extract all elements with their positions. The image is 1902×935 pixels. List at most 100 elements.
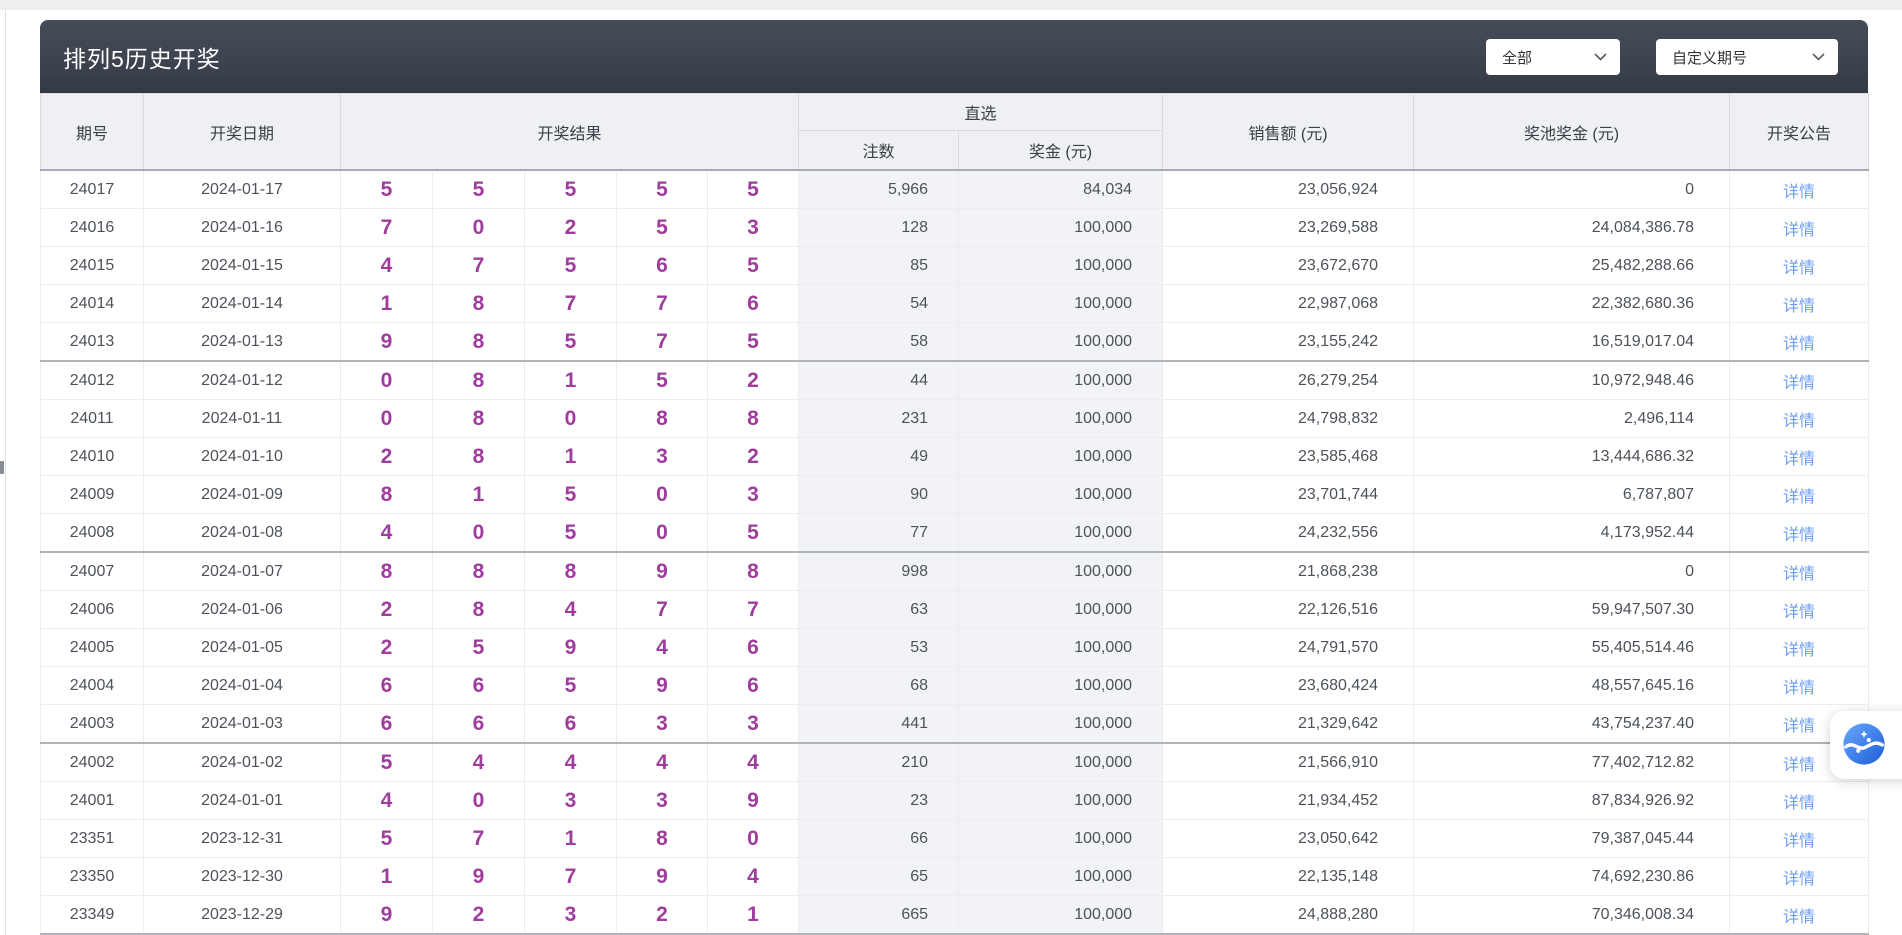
- result-digit: 5: [433, 629, 525, 667]
- result-digit: 7: [617, 591, 708, 629]
- issue-cell: 23351: [41, 820, 144, 858]
- pool-cell: 2,496,114: [1414, 400, 1730, 438]
- result-digit: 7: [708, 591, 799, 629]
- result-digit: 6: [708, 667, 799, 705]
- detail-link[interactable]: 详情: [1783, 451, 1815, 468]
- notice-cell: 详情: [1730, 782, 1869, 820]
- result-digit: 7: [341, 209, 433, 247]
- issue-cell: 24005: [41, 629, 144, 667]
- detail-link[interactable]: 详情: [1783, 375, 1815, 392]
- sales-cell: 21,566,910: [1163, 743, 1414, 782]
- sales-cell: 23,056,924: [1163, 170, 1414, 209]
- issue-cell: 24007: [41, 552, 144, 591]
- date-cell: 2024-01-03: [144, 705, 341, 744]
- detail-link[interactable]: 详情: [1783, 336, 1815, 353]
- result-digit: 8: [708, 552, 799, 591]
- pool-cell: 22,382,680.36: [1414, 285, 1730, 323]
- card-header: 排列5历史开奖 全部 自定义期号: [40, 20, 1868, 93]
- result-digit: 8: [433, 438, 525, 476]
- notice-cell: 详情: [1730, 552, 1869, 591]
- detail-link[interactable]: 详情: [1783, 260, 1815, 277]
- result-digit: 0: [341, 361, 433, 400]
- col-header-notice: 开奖公告: [1730, 94, 1869, 171]
- custom-issue-select[interactable]: 自定义期号: [1656, 39, 1838, 75]
- range-filter-select[interactable]: 全部: [1486, 39, 1620, 75]
- table-row: 240172024-01-17555555,96684,03423,056,92…: [41, 170, 1869, 209]
- result-digit: 1: [341, 285, 433, 323]
- bets-cell: 128: [799, 209, 959, 247]
- result-digit: 2: [708, 438, 799, 476]
- bets-cell: 49: [799, 438, 959, 476]
- date-cell: 2024-01-02: [144, 743, 341, 782]
- table-row: 240062024-01-062847763100,00022,126,5165…: [41, 591, 1869, 629]
- detail-link[interactable]: 详情: [1783, 298, 1815, 315]
- table-row: 240102024-01-102813249100,00023,585,4681…: [41, 438, 1869, 476]
- table-row: 240032024-01-0366633441100,00021,329,642…: [41, 705, 1869, 744]
- issue-cell: 24006: [41, 591, 144, 629]
- notice-cell: 详情: [1730, 438, 1869, 476]
- detail-link[interactable]: 详情: [1783, 757, 1815, 774]
- pool-cell: 87,834,926.92: [1414, 782, 1730, 820]
- issue-cell: 24004: [41, 667, 144, 705]
- table-row: 240042024-01-046659668100,00023,680,4244…: [41, 667, 1869, 705]
- table-row: 240092024-01-098150390100,00023,701,7446…: [41, 476, 1869, 514]
- issue-cell: 24013: [41, 323, 144, 362]
- history-table: 期号 开奖日期 开奖结果 直选 销售额 (元) 奖池奖金 (元) 开奖公告 注数…: [40, 93, 1869, 935]
- result-digit: 2: [341, 438, 433, 476]
- result-digit: 2: [341, 629, 433, 667]
- result-digit: 5: [525, 667, 617, 705]
- table-row: 240132024-01-139857558100,00023,155,2421…: [41, 323, 1869, 362]
- result-digit: 0: [617, 476, 708, 514]
- result-digit: 1: [525, 820, 617, 858]
- date-cell: 2024-01-06: [144, 591, 341, 629]
- prize-cell: 100,000: [959, 552, 1163, 591]
- sales-cell: 23,680,424: [1163, 667, 1414, 705]
- pool-cell: 4,173,952.44: [1414, 514, 1730, 553]
- sales-cell: 22,987,068: [1163, 285, 1414, 323]
- detail-link[interactable]: 详情: [1783, 833, 1815, 850]
- table-row: 240112024-01-1108088231100,00024,798,832…: [41, 400, 1869, 438]
- detail-link[interactable]: 详情: [1783, 909, 1815, 926]
- result-digit: 6: [433, 705, 525, 744]
- detail-link[interactable]: 详情: [1783, 795, 1815, 812]
- pool-cell: 59,947,507.30: [1414, 591, 1730, 629]
- result-digit: 6: [617, 247, 708, 285]
- result-digit: 4: [617, 629, 708, 667]
- result-digit: 6: [433, 667, 525, 705]
- notice-cell: 详情: [1730, 476, 1869, 514]
- sales-cell: 23,269,588: [1163, 209, 1414, 247]
- detail-link[interactable]: 详情: [1783, 642, 1815, 659]
- detail-link[interactable]: 详情: [1783, 566, 1815, 583]
- result-digit: 4: [708, 858, 799, 896]
- result-digit: 8: [433, 361, 525, 400]
- detail-link[interactable]: 详情: [1783, 184, 1815, 201]
- notice-cell: 详情: [1730, 209, 1869, 247]
- pool-cell: 0: [1414, 170, 1730, 209]
- result-digit: 5: [525, 514, 617, 553]
- date-cell: 2024-01-12: [144, 361, 341, 400]
- result-digit: 5: [525, 247, 617, 285]
- brand-circle-icon: [1841, 721, 1887, 767]
- floating-widget[interactable]: [1830, 711, 1902, 779]
- prize-cell: 100,000: [959, 896, 1163, 935]
- detail-link[interactable]: 详情: [1783, 413, 1815, 430]
- result-digit: 3: [708, 705, 799, 744]
- notice-cell: 详情: [1730, 820, 1869, 858]
- detail-link[interactable]: 详情: [1783, 871, 1815, 888]
- pool-cell: 77,402,712.82: [1414, 743, 1730, 782]
- detail-link[interactable]: 详情: [1783, 222, 1815, 239]
- page-top-strip: [0, 0, 1902, 10]
- issue-cell: 24001: [41, 782, 144, 820]
- result-digit: 2: [708, 361, 799, 400]
- detail-link[interactable]: 详情: [1783, 718, 1815, 735]
- notice-cell: 详情: [1730, 591, 1869, 629]
- table-row: 240082024-01-084050577100,00024,232,5564…: [41, 514, 1869, 553]
- detail-link[interactable]: 详情: [1783, 489, 1815, 506]
- table-row: 240072024-01-0788898998100,00021,868,238…: [41, 552, 1869, 591]
- result-digit: 5: [708, 514, 799, 553]
- result-digit: 8: [617, 820, 708, 858]
- detail-link[interactable]: 详情: [1783, 680, 1815, 697]
- issue-cell: 23350: [41, 858, 144, 896]
- detail-link[interactable]: 详情: [1783, 527, 1815, 544]
- detail-link[interactable]: 详情: [1783, 604, 1815, 621]
